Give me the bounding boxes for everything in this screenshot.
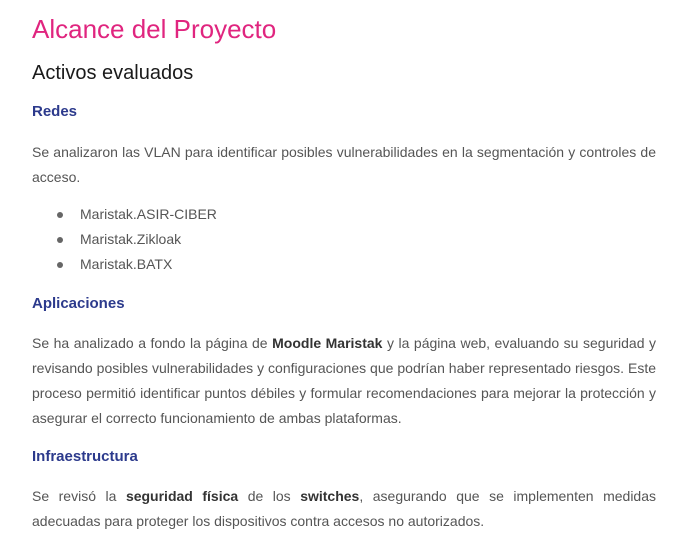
list-item-label: Maristak.BATX [80,256,173,272]
paragraph-redes: Se analizaron las VLAN para identificar … [32,144,656,185]
bullet-icon [57,212,63,218]
heading-redes: Redes [32,103,78,120]
bullet-icon [57,262,63,268]
list-vlans: Maristak.ASIR-CIBER Maristak.Zikloak Mar… [32,202,217,277]
text-run: Se revisó la [32,488,126,504]
bold-text-moodle: Moodle Maristak [272,335,383,351]
heading-aplicaciones: Aplicaciones [32,295,125,312]
list-item-label: Maristak.ASIR-CIBER [80,206,217,222]
heading-infraestructura: Infraestructura [32,448,138,465]
bullet-icon [57,237,63,243]
list-item: Maristak.ASIR-CIBER [32,202,217,227]
text-run: de los [238,488,301,504]
paragraph-infraestructura: Se revisó la seguridad física de los swi… [32,484,656,534]
bold-text-switches: switches [300,488,360,504]
page-title: Alcance del Proyecto [32,14,277,44]
paragraph-aplicaciones: Se ha analizado a fondo la página de Moo… [32,331,656,431]
section-subtitle: Activos evaluados [32,62,194,84]
bold-text-seguridad: seguridad física [125,488,239,504]
list-item: Maristak.Zikloak [32,227,217,252]
list-item: Maristak.BATX [32,252,217,277]
text-run: Se ha analizado a fondo la página de [32,335,273,351]
list-item-label: Maristak.Zikloak [80,231,182,247]
